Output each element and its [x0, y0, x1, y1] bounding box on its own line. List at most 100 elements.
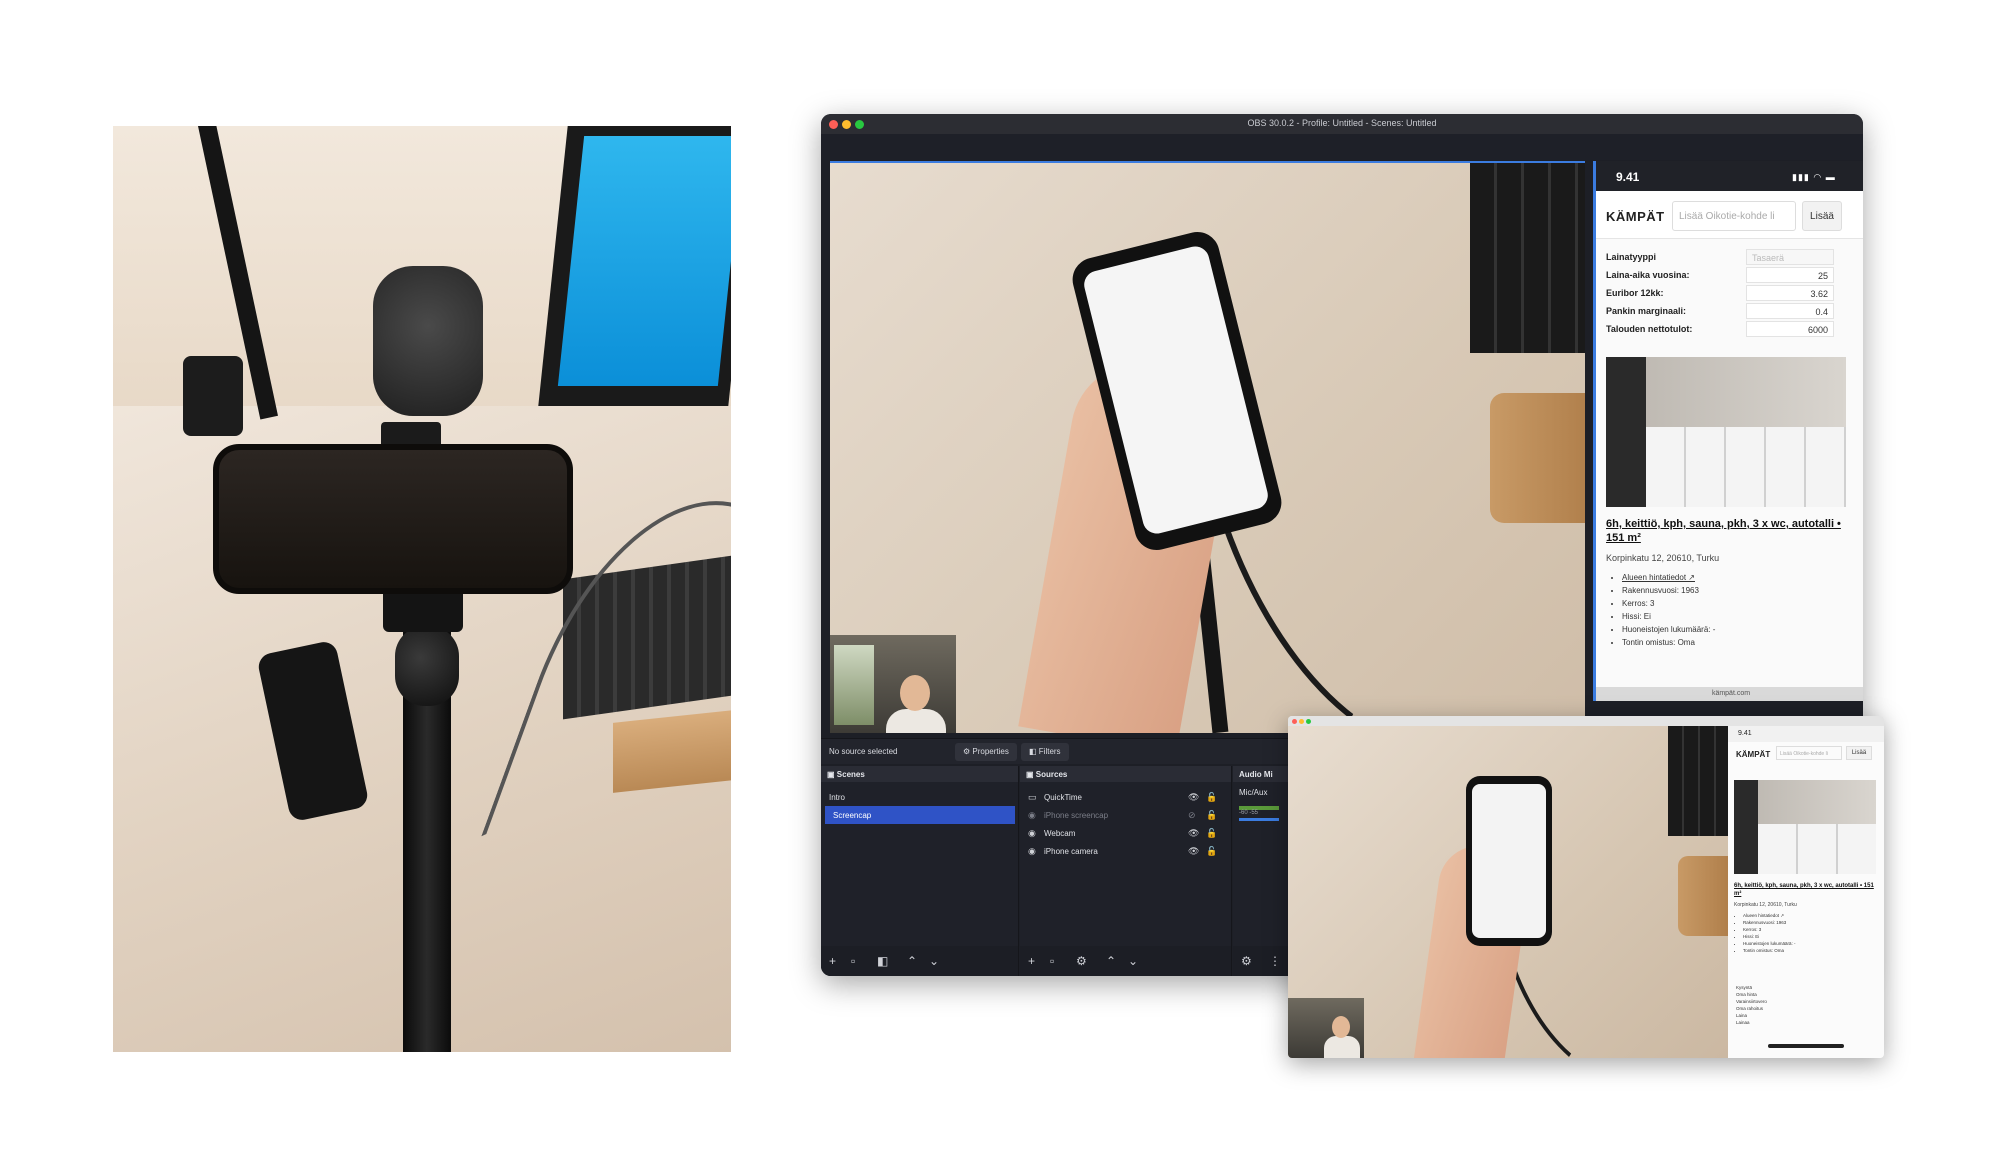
zoom-button[interactable]	[1306, 719, 1311, 724]
loan-form: Lainatyyppi Tasaerä Laina-aika vuosina: …	[1596, 241, 1863, 345]
photo-mounted-phone	[213, 444, 573, 594]
visibility-eye-icon[interactable]: 👁	[1188, 846, 1199, 857]
lock-icon[interactable]: 🔓	[1206, 846, 1217, 857]
volume-slider[interactable]	[1239, 818, 1279, 821]
safari-url-bar[interactable]: kämpät.com	[1596, 687, 1863, 701]
audio-scale: -60 -55	[1239, 810, 1259, 816]
webcam-person-body	[1324, 1036, 1360, 1058]
toolbar	[821, 134, 1863, 160]
preview-wood-block	[1678, 856, 1728, 936]
net-income-input[interactable]: 6000	[1746, 321, 1834, 337]
loan-years-input[interactable]: 25	[1746, 267, 1834, 283]
photo-ball-head	[395, 626, 459, 706]
setup-photo	[113, 126, 731, 1052]
photo-monitor-screen	[557, 136, 731, 386]
list-item: Huoneistojen lukumäärä: -	[1743, 940, 1878, 947]
second-iphone-screencap[interactable]: 9.41 KÄMPÄT Lisää Oikotie-kohde li Lisää…	[1728, 726, 1884, 1058]
signal-wifi-battery-icon: ▮▮▮ ◠ ▬	[1792, 172, 1836, 182]
add-source-icon[interactable]: +	[1028, 954, 1035, 968]
listing-url-input[interactable]: Lisää Oikotie-kohde li	[1776, 746, 1842, 760]
second-obs-window: 9.41 KÄMPÄT Lisää Oikotie-kohde li Lisää…	[1288, 716, 1884, 1058]
camera-icon: ◉	[1028, 810, 1036, 820]
move-down-icon[interactable]: ⌄	[929, 954, 939, 968]
scenes-title: Scenes	[836, 770, 865, 779]
finance-row: Oma rahoitus	[1736, 1006, 1764, 1011]
camera-icon: ◉	[1028, 828, 1036, 838]
add-listing-button[interactable]: Lisää	[1802, 201, 1842, 231]
list-item: Kerros: 3	[1743, 926, 1878, 933]
remove-scene-icon[interactable]: ▫	[851, 954, 855, 968]
camera-icon: ◉	[1028, 846, 1036, 856]
move-up-icon[interactable]: ⌃	[907, 954, 917, 968]
move-down-icon[interactable]: ⌄	[1128, 954, 1138, 968]
euribor-input[interactable]: 3.62	[1746, 285, 1834, 301]
source-properties-gear-icon[interactable]: ⚙	[1076, 954, 1087, 968]
audio-controls: ⚙ ⋮	[1233, 946, 1292, 976]
listing-photo[interactable]	[1734, 780, 1876, 874]
form-label: Lainatyyppi	[1606, 252, 1657, 262]
source-label: QuickTime	[1044, 793, 1082, 802]
kitchen-wall	[1758, 780, 1876, 824]
move-up-icon[interactable]: ⌃	[1106, 954, 1116, 968]
source-item-iphone-screencap[interactable]: ◉ iPhone screencap ⊘ 🔓	[1020, 806, 1231, 824]
webcam-source[interactable]	[1288, 998, 1364, 1058]
source-item-webcam[interactable]: ◉ Webcam 👁 🔓	[1020, 824, 1231, 842]
visibility-eye-icon[interactable]: 👁	[1188, 792, 1199, 803]
list-item: Huoneistojen lukumäärä: -	[1622, 623, 1854, 636]
remove-source-icon[interactable]: ▫	[1050, 954, 1054, 968]
second-preview-canvas[interactable]	[1288, 726, 1728, 1058]
photo-smart-speaker	[373, 266, 483, 416]
more-options-icon[interactable]: ⋮	[1269, 954, 1281, 968]
listing-title-link[interactable]: 6h, keittiö, kph, sauna, pkh, 3 x wc, au…	[1734, 882, 1880, 898]
preview-canvas[interactable]	[830, 161, 1585, 733]
webcam-window	[834, 645, 874, 725]
display-icon: ▭	[1028, 792, 1037, 802]
audio-mixer-dock: Audio Mi Mic/Aux -60 -55 ⚙ ⋮	[1233, 766, 1293, 976]
lock-icon[interactable]: 🔓	[1206, 828, 1217, 839]
finance-row: Oma hinta	[1736, 992, 1757, 997]
preview-phone-screen	[1472, 784, 1546, 938]
add-listing-button[interactable]: Lisää	[1846, 746, 1872, 760]
area-prices-link[interactable]: Alueen hintatiedot ↗	[1622, 571, 1854, 584]
hidden-eye-icon[interactable]: ⊘	[1188, 810, 1196, 821]
list-item[interactable]: Alueen hintatiedot ↗	[1743, 912, 1878, 919]
form-row: Euribor 12kk: 3.62	[1606, 285, 1856, 303]
bank-margin-input[interactable]: 0.4	[1746, 303, 1834, 319]
source-label: Webcam	[1044, 829, 1076, 838]
listing-url-input[interactable]: Lisää Oikotie-kohde li	[1672, 201, 1796, 231]
form-label: Laina-aika vuosina:	[1606, 270, 1690, 280]
iphone-screencap[interactable]: 9.41 ▮▮▮ ◠ ▬ KÄMPÄT Lisää Oikotie-kohde …	[1593, 161, 1863, 701]
scene-item-intro[interactable]: Intro	[821, 788, 1018, 806]
scene-filters-icon[interactable]: ◧	[877, 954, 888, 968]
selection-status: No source selected	[829, 747, 898, 756]
app-brand: KÄMPÄT	[1606, 209, 1665, 224]
filters-button[interactable]: ◧ Filters	[1021, 743, 1069, 761]
ios-status-bar: 9.41 ▮▮▮ ◠ ▬	[1596, 161, 1863, 191]
preview-wood-block	[1490, 393, 1585, 523]
scene-item-screencap[interactable]: Screencap	[825, 806, 1015, 824]
audio-settings-gear-icon[interactable]: ⚙	[1241, 954, 1252, 968]
finance-row: Laina	[1736, 1013, 1748, 1018]
app-header: KÄMPÄT Lisää Oikotie-kohde li Lisää	[1596, 191, 1863, 239]
close-button[interactable]	[1292, 719, 1297, 724]
listing-title-link[interactable]: 6h, keittiö, kph, sauna, pkh, 3 x wc, au…	[1606, 517, 1854, 545]
listing-photo[interactable]	[1606, 357, 1846, 507]
lock-icon[interactable]: 🔓	[1206, 810, 1217, 821]
source-item-iphone-camera[interactable]: ◉ iPhone camera 👁 🔓	[1020, 842, 1231, 860]
list-item: Hissi: Ei	[1743, 933, 1878, 940]
audio-channel-label: Mic/Aux	[1239, 788, 1268, 797]
add-scene-icon[interactable]: +	[829, 954, 836, 968]
ios-time: 9.41	[1728, 726, 1884, 742]
webcam-source[interactable]	[830, 635, 956, 733]
loan-type-select[interactable]: Tasaerä	[1746, 249, 1834, 265]
source-label: iPhone screencap	[1044, 811, 1109, 820]
kitchen-lower-cabinets	[1758, 824, 1876, 874]
source-item-quicktime[interactable]: ▭ QuickTime 👁 🔓	[1020, 788, 1231, 806]
visibility-eye-icon[interactable]: 👁	[1188, 828, 1199, 839]
title-bar: OBS 30.0.2 - Profile: Untitled - Scenes:…	[821, 114, 1863, 134]
home-indicator	[1768, 1044, 1844, 1048]
lock-icon[interactable]: 🔓	[1206, 792, 1217, 803]
properties-button[interactable]: ⚙ Properties	[955, 743, 1017, 761]
minimize-button[interactable]	[1299, 719, 1304, 724]
list-item: Kerros: 3	[1622, 597, 1854, 610]
